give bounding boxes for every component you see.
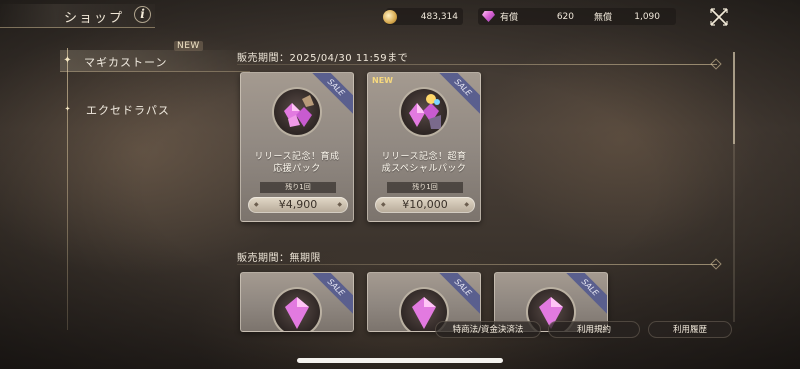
gem-pack-image	[399, 87, 449, 137]
buy-button[interactable]: ¥10,000	[375, 197, 475, 213]
coin-balance: 483,314	[383, 8, 463, 25]
close-button[interactable]	[708, 6, 730, 28]
section-divider	[237, 64, 717, 65]
remaining-count: 残り1回	[387, 182, 463, 193]
coin-amount: 483,314	[420, 11, 458, 22]
sidebar-item-magica-stone[interactable]: ✦ マギカストーン	[60, 50, 250, 72]
sidebar-item-label: エクセドラパス	[86, 104, 170, 117]
coin-icon	[383, 9, 397, 24]
purchase-history-link[interactable]: 利用履歴	[648, 321, 732, 338]
terms-of-use-link[interactable]: 利用規約	[548, 321, 640, 338]
sidebar-divider	[67, 48, 68, 330]
product-name-line1: リリース記念！育成	[254, 152, 340, 162]
close-icon	[710, 8, 728, 26]
scrollbar-thumb[interactable]	[733, 52, 735, 144]
new-badge: NEW	[372, 76, 393, 85]
product-name-line2: 応援パック	[273, 164, 321, 174]
product-name: リリース記念！育成 応援パック	[241, 151, 353, 175]
paid-amount: 620	[556, 11, 575, 22]
paid-label: 有償	[500, 13, 519, 23]
info-icon[interactable]: i	[134, 6, 151, 23]
sidebar-item-label: マギカストーン	[84, 56, 168, 69]
product-card[interactable]: SALE	[240, 272, 354, 332]
free-label: 無償	[594, 13, 613, 23]
section-divider	[237, 264, 717, 265]
buy-button[interactable]: ¥4,900	[248, 197, 348, 213]
sidebar-item-exedra-pass[interactable]: ✦ エクセドラパス	[60, 100, 220, 120]
gem-pack-image	[272, 87, 322, 137]
diamond-icon	[710, 58, 722, 70]
product-name-line1: リリース記念！超育	[381, 152, 467, 162]
product-card[interactable]: NEW SALE リリース記念！超育 成スペシャルパック 残り1回 ¥10,00…	[367, 72, 481, 222]
product-name-line2: 成スペシャルパック	[381, 164, 467, 174]
free-amount: 1,090	[634, 11, 660, 22]
section-period-label: 販売期間：2025/04/30 11:59まで	[237, 53, 409, 64]
star-icon: ✦	[64, 105, 72, 113]
gem-image	[272, 287, 322, 331]
new-badge: NEW	[174, 41, 203, 51]
diamond-icon	[710, 258, 722, 270]
product-name: リリース記念！超育 成スペシャルパック	[368, 151, 480, 175]
product-card[interactable]: SALE リリース記念！育成 応援パック 残り1回 ¥4,900	[240, 72, 354, 222]
page-title: ショップ	[64, 11, 125, 26]
gem-icon	[482, 11, 495, 22]
header-title-area: ショップ i	[0, 0, 160, 32]
remaining-count: 残り1回	[260, 182, 336, 193]
legal-notice-link[interactable]: 特商法/資金決済法	[435, 321, 541, 338]
section-period-label: 販売期間：無期限	[237, 253, 321, 264]
gem-balance: 有償 620 無償 1,090	[478, 8, 676, 25]
home-indicator[interactable]	[297, 358, 503, 363]
star-icon: ✦	[63, 55, 73, 66]
